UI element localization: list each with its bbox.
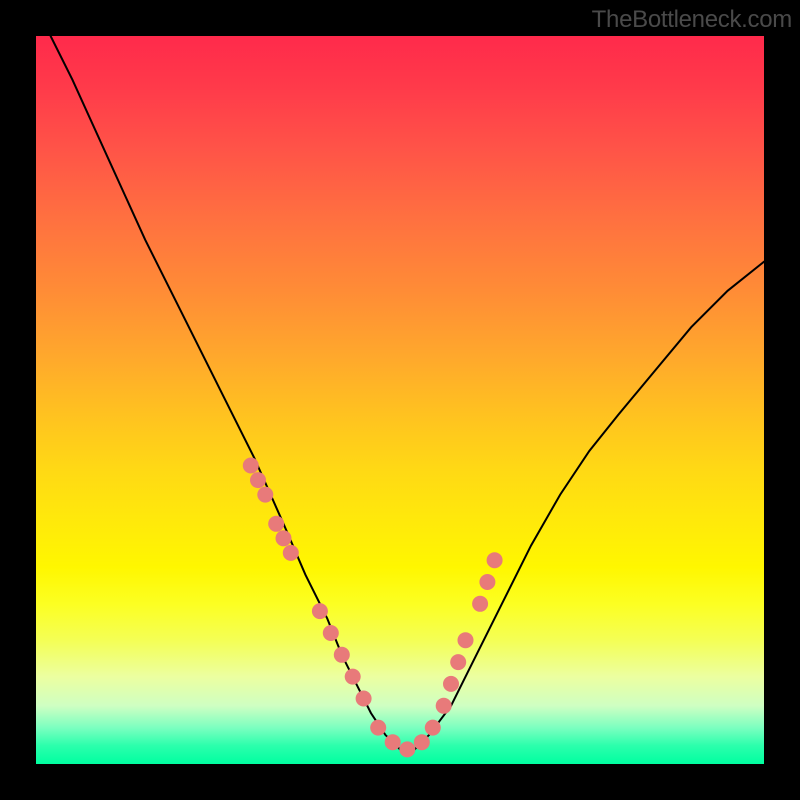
- data-point: [370, 720, 386, 736]
- data-point: [436, 698, 452, 714]
- data-point: [399, 741, 415, 757]
- chart-overlay: [36, 36, 764, 764]
- data-point: [283, 545, 299, 561]
- data-point: [334, 647, 350, 663]
- data-point: [443, 676, 459, 692]
- data-point: [345, 669, 361, 685]
- data-point: [268, 516, 284, 532]
- data-point: [312, 603, 328, 619]
- data-point: [472, 596, 488, 612]
- data-point: [487, 552, 503, 568]
- data-points-group: [243, 458, 503, 758]
- data-point: [250, 472, 266, 488]
- data-point: [425, 720, 441, 736]
- data-point: [257, 487, 273, 503]
- bottleneck-curve: [51, 36, 764, 749]
- data-point: [414, 734, 430, 750]
- data-point: [385, 734, 401, 750]
- chart-container: TheBottleneck.com: [0, 0, 800, 800]
- data-point: [323, 625, 339, 641]
- data-point: [243, 458, 259, 474]
- data-point: [458, 632, 474, 648]
- data-point: [276, 530, 292, 546]
- data-point: [479, 574, 495, 590]
- data-point: [450, 654, 466, 670]
- watermark-text: TheBottleneck.com: [592, 6, 792, 34]
- data-point: [356, 691, 372, 707]
- plot-area: [36, 36, 764, 764]
